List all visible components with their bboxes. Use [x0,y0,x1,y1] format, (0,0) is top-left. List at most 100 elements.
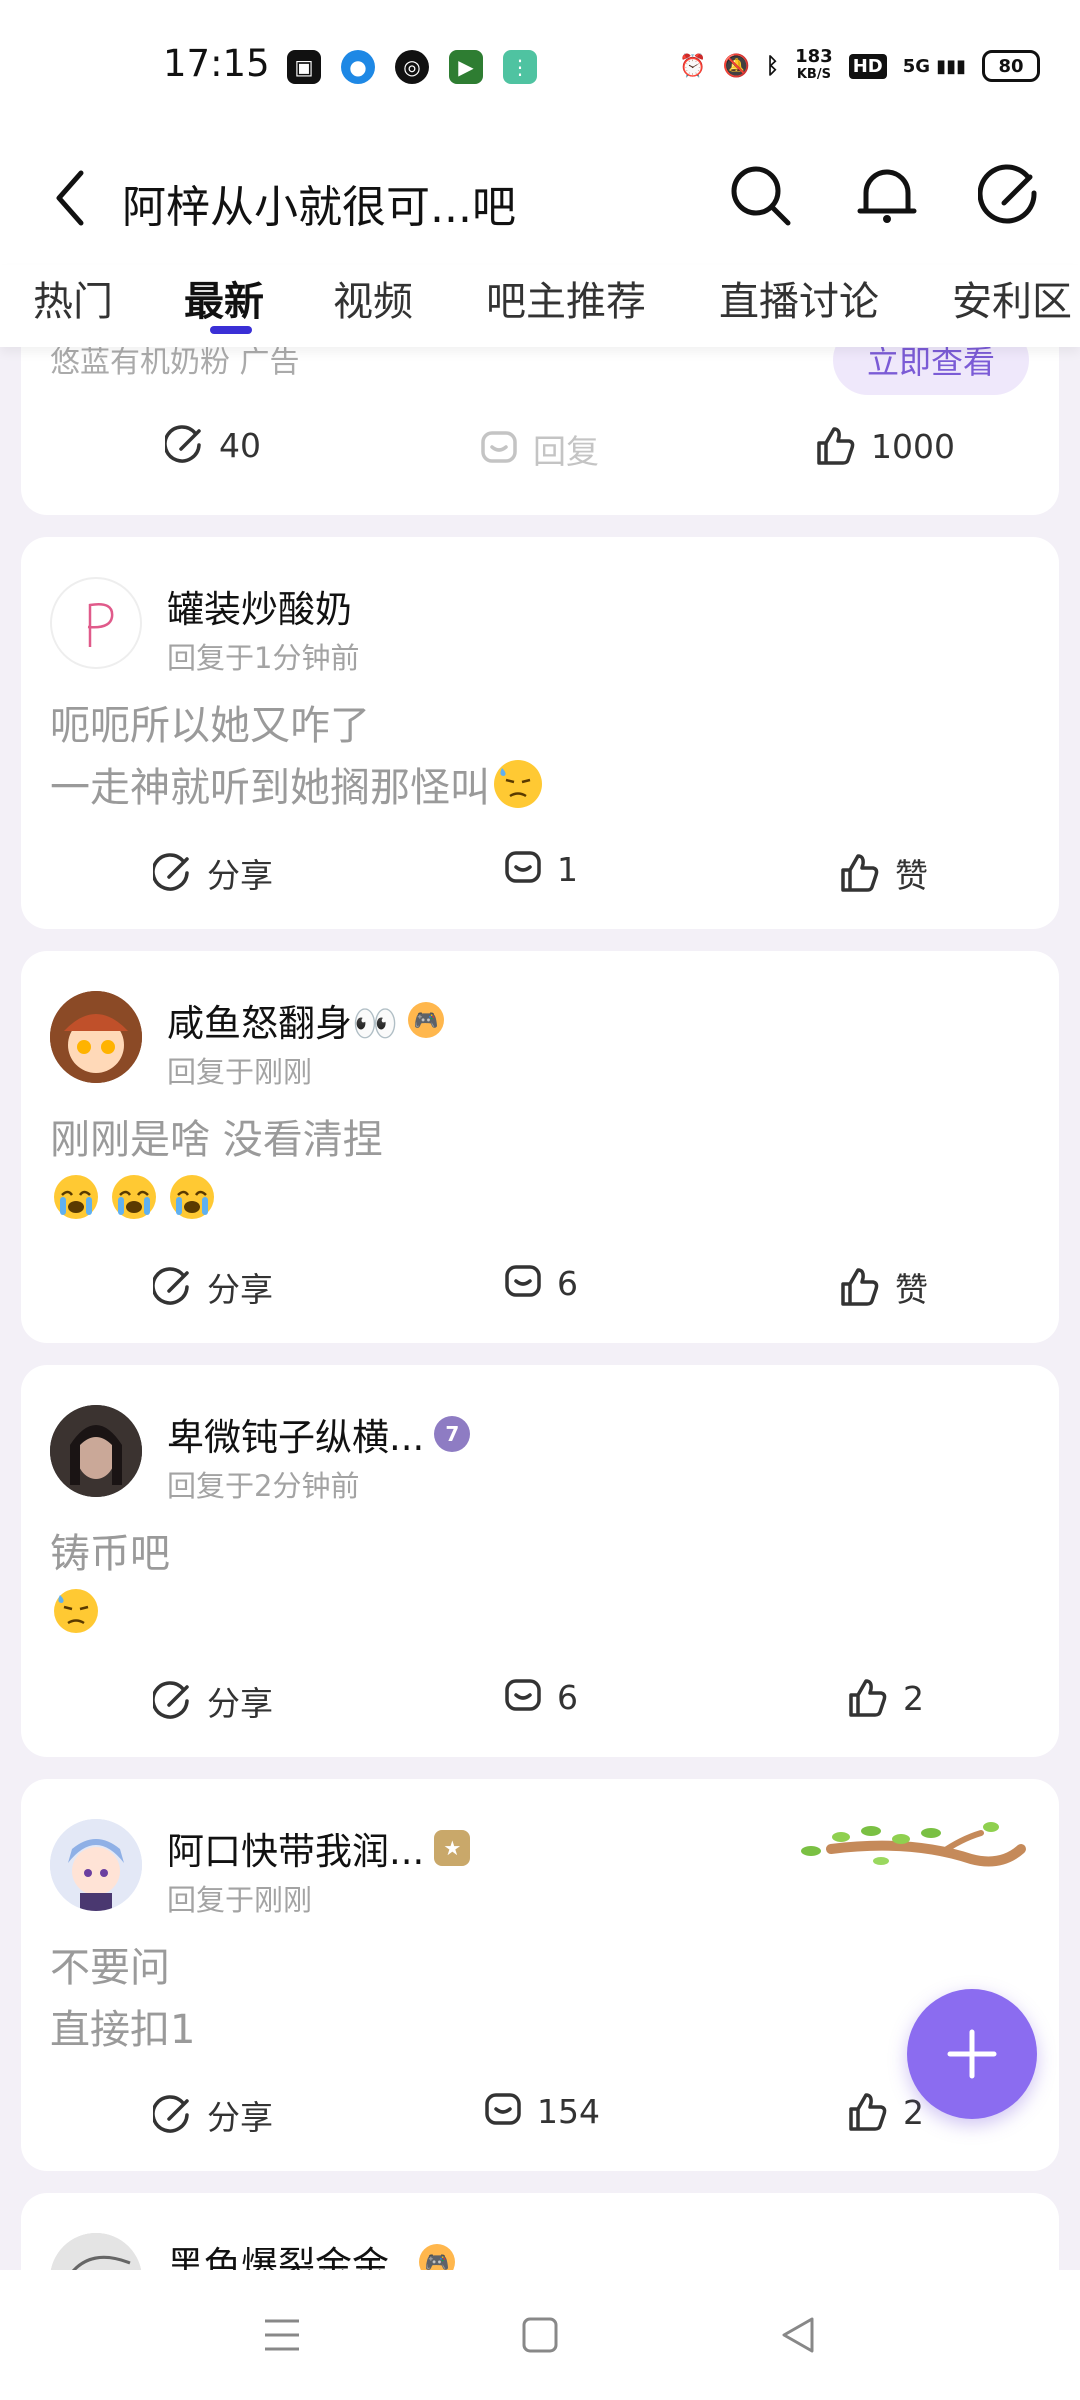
reply-button[interactable]: 回复 [479,425,599,473]
home-nav-button[interactable] [510,2305,570,2365]
share-button[interactable]: 分享 [153,2091,273,2139]
user-name[interactable]: 罐装炒酸奶 [167,579,352,633]
menu-nav-button[interactable] [252,2305,312,2365]
share-count: 40 [219,425,261,465]
green-app-icon: ⋮ [503,50,537,84]
crying-emoji-row [52,1173,216,1221]
tab-hot[interactable]: 热门 [33,269,113,327]
ad-cta-button[interactable]: 立即查看 [833,347,1029,395]
like-count: 2 [903,2092,924,2132]
share-button[interactable]: 分享 [153,1263,273,1311]
hd-badge: HD [848,53,887,79]
status-bar: 17:15 ▣ ● ◎ ▶ ⋮ ⏰ 🔕 ᛒ 183 KB/S HD 5G ▮▮▮… [0,0,1080,135]
tv-app-icon: ▣ [287,50,321,84]
search-button[interactable] [726,161,796,231]
ad-source: 悠蓝有机奶粉 广告 [50,347,300,380]
comment-button[interactable]: 6 [503,1263,578,1303]
comment-button[interactable]: 1 [503,849,578,889]
share-icon [153,2095,189,2133]
level-badge-icon: ★ [434,1830,471,1866]
avatar-portrait-icon [50,1405,142,1497]
avatar[interactable] [50,577,142,669]
system-nav-bar [0,2270,1080,2400]
tab-latest[interactable]: 最新 [184,269,264,327]
post-feed[interactable]: 悠蓝有机奶粉 广告 立即查看 40 回复 1000 罐装炒酸奶 回复于1分钟前 … [0,347,1080,2270]
post-card[interactable]: 罐装炒酸奶 回复于1分钟前 呃呃所以她又咋了 一走神就听到她搁那怪叫 分享 1 … [21,537,1059,929]
search-icon [731,166,791,226]
post-text-line: 呃呃所以她又咋了 [50,703,370,749]
mute-icon: 🔕 [722,53,750,79]
compose-button[interactable] [976,161,1046,231]
avatar-anime-icon [50,991,142,1083]
sweat-emoji-icon [494,760,542,808]
status-indicators: ⏰ 🔕 ᛒ 183 KB/S HD 5G ▮▮▮ 80 [679,48,1040,84]
comment-count: 154 [537,2091,600,2131]
share-button[interactable]: 40 [165,425,261,465]
page-title: 阿梓从小就很可...吧 [122,182,516,233]
back-nav-button[interactable] [768,2305,828,2365]
post-card[interactable]: 卑微钝子纵横... 7 回复于2分钟前 铸币吧 分享 6 2 [21,1365,1059,1757]
battery-icon: 80 [982,50,1040,82]
sweat-emoji-icon [54,1589,98,1633]
share-label: 分享 [207,1684,273,1723]
tab-recommend[interactable]: 安利区 [952,269,1072,327]
alarm-icon: ⏰ [679,53,707,79]
thumbs-up-icon [817,427,855,465]
user-name[interactable]: 黑色爆裂金金 🎮 [167,2235,455,2270]
network-speed: 183 KB/S [795,46,833,83]
level-badge-icon: 🎮 [408,1002,445,1038]
like-button[interactable]: 2 [847,1677,924,1719]
comment-button[interactable]: 154 [483,2091,600,2131]
notification-button[interactable] [852,161,922,231]
post-text-line: 铸币吧 [50,1531,170,1577]
avatar[interactable] [50,2233,142,2270]
browser-app-icon: ● [341,50,375,84]
reply-time: 回复于2分钟前 [167,1469,360,1503]
comment-icon [505,1265,541,1297]
like-count: 2 [903,1678,924,1718]
share-label: 分享 [207,1270,273,1309]
post-text-line: 刚刚是啥 没看清捏 [50,1117,383,1163]
user-name[interactable]: 卑微钝子纵横... 7 [167,1407,471,1461]
avatar[interactable] [50,991,142,1083]
back-arrow-icon [56,170,84,226]
share-icon [165,425,201,463]
like-button[interactable]: 赞 [839,1263,928,1311]
post-card[interactable]: 咸鱼怒翻身👀 🎮 回复于刚刚 刚刚是啥 没看清捏 分享 6 赞 [21,951,1059,1343]
user-name[interactable]: 咸鱼怒翻身👀 🎮 [167,993,445,1047]
branch-decoration-icon [801,1822,1026,1867]
active-tab-indicator [210,326,252,334]
tab-live-discussion[interactable]: 直播讨论 [719,269,879,327]
like-button[interactable]: 2 [847,2091,924,2133]
comment-icon [485,2093,521,2125]
comment-icon [481,431,517,463]
tab-admin-picks[interactable]: 吧主推荐 [486,269,646,327]
post-text-line: 不要问 [50,1945,170,1991]
avatar-anime-icon [50,1819,142,1911]
reply-time: 回复于1分钟前 [167,641,360,675]
like-button[interactable]: 赞 [839,849,928,897]
back-button[interactable] [40,163,100,233]
menu-icon [265,2319,299,2351]
comment-icon [505,1679,541,1711]
avatar[interactable] [50,1405,142,1497]
comment-count: 1 [557,849,578,889]
reply-time: 回复于刚刚 [167,1055,313,1089]
comment-button[interactable]: 6 [503,1677,578,1717]
tab-bar: 热门 最新 视频 吧主推荐 直播讨论 安利区 [0,265,1080,347]
avatar[interactable] [50,1819,142,1911]
like-label: 赞 [895,1270,928,1309]
post-text-line: 一走神就听到她搁那怪叫 [50,755,550,813]
share-button[interactable]: 分享 [153,1677,273,1725]
like-label: 赞 [895,856,928,895]
new-post-button[interactable] [907,1989,1037,2119]
post-card[interactable]: 黑色爆裂金金 🎮 [21,2193,1059,2270]
like-button[interactable]: 1000 [815,425,955,467]
user-name[interactable]: 阿口快带我润... ★ [167,1821,471,1875]
share-icon [153,853,189,891]
ad-card[interactable]: 悠蓝有机奶粉 广告 立即查看 40 回复 1000 [21,347,1059,515]
share-button[interactable]: 分享 [153,849,273,897]
tab-video[interactable]: 视频 [333,269,413,327]
post-card[interactable]: 阿口快带我润... ★ 回复于刚刚 不要问 直接扣1 分享 154 2 [21,1779,1059,2171]
level-badge-icon: 7 [434,1416,471,1452]
